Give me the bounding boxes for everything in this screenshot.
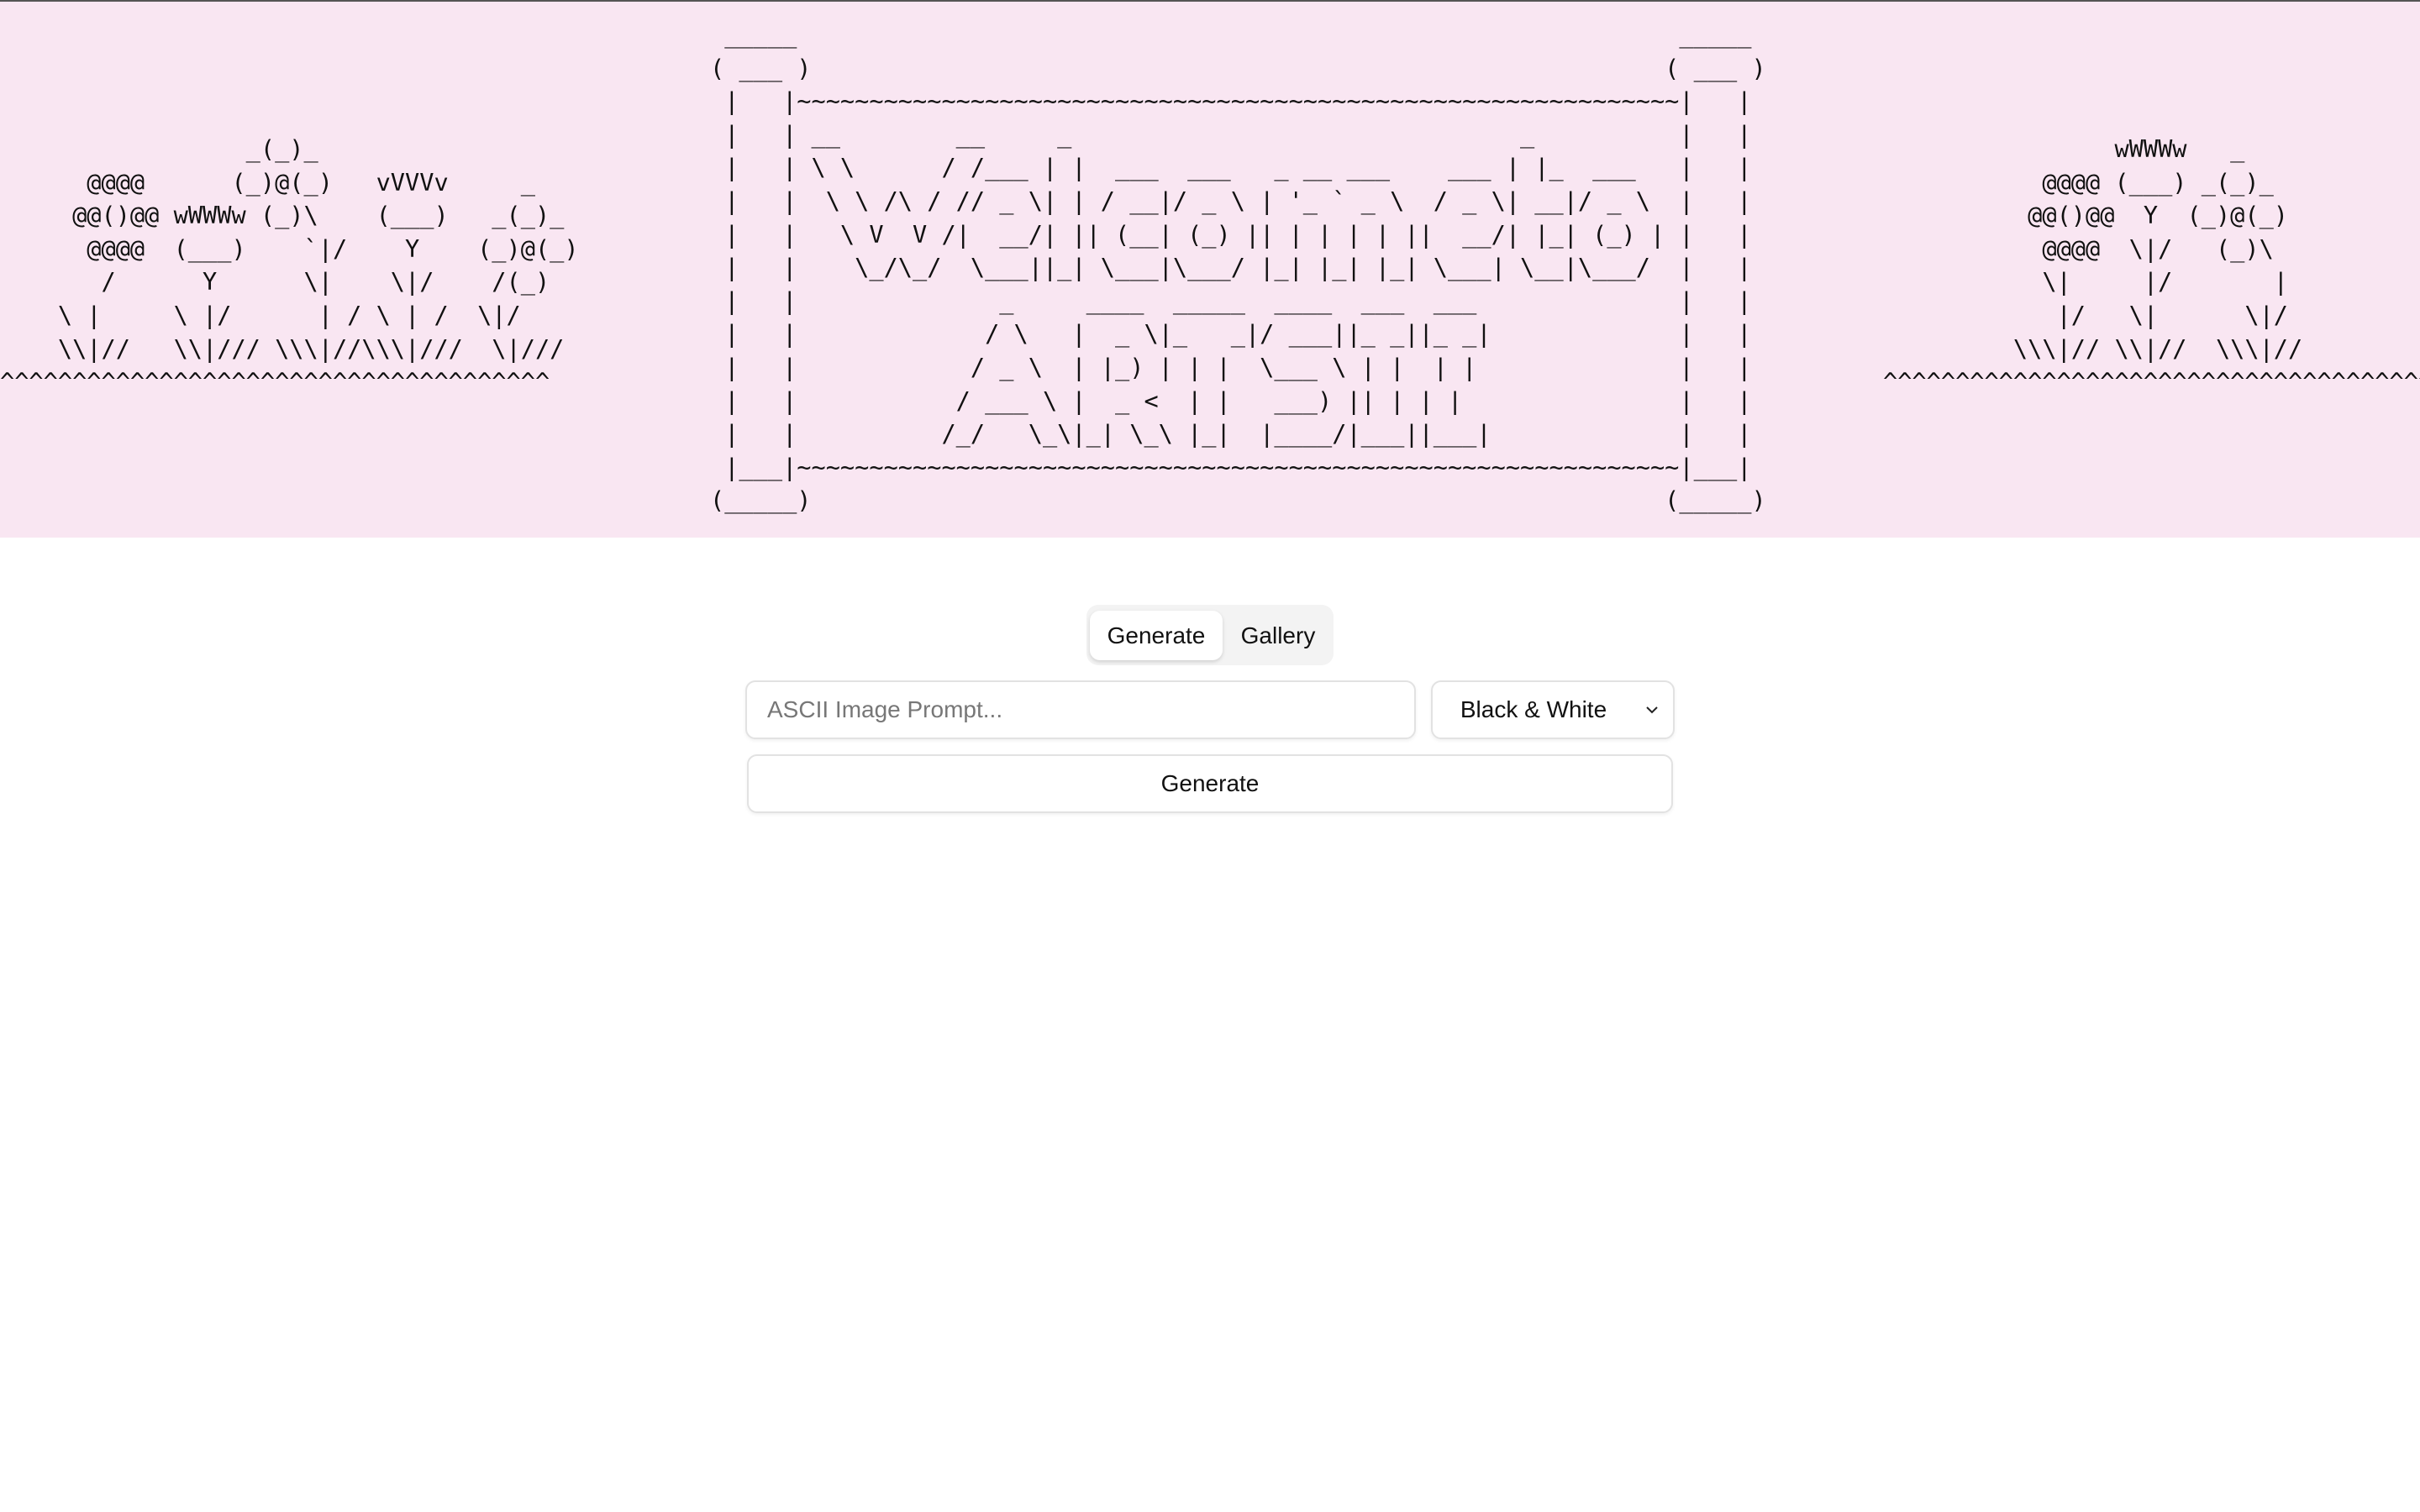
- tab-generate[interactable]: Generate: [1090, 611, 1223, 660]
- ascii-flowers-right: wWWWw _ @@@@ (___) _(_)_ @@()@@ Y (_)@(_…: [1883, 134, 2420, 396]
- generate-button[interactable]: Generate: [747, 754, 1673, 813]
- ascii-flowers-left: _(_)_ @@@@ (_)@(_) vVVVv _ @@()@@ wWWWw …: [0, 134, 579, 396]
- color-mode-select[interactable]: Black & White: [1431, 680, 1675, 739]
- tab-gallery[interactable]: Gallery: [1226, 611, 1330, 660]
- chevron-down-icon: [1646, 706, 1658, 714]
- color-mode-value: Black & White: [1460, 696, 1607, 722]
- ascii-welcome-sign: _____ _____ ( ___ ) ( ___ ) | |~~~~~~~~~…: [710, 20, 1766, 515]
- welcome-banner: _(_)_ @@@@ (_)@(_) vVVVv _ @@()@@ wWWWw …: [0, 0, 2420, 538]
- mode-tabs: Generate Gallery: [1086, 605, 1334, 665]
- prompt-input[interactable]: [745, 680, 1416, 739]
